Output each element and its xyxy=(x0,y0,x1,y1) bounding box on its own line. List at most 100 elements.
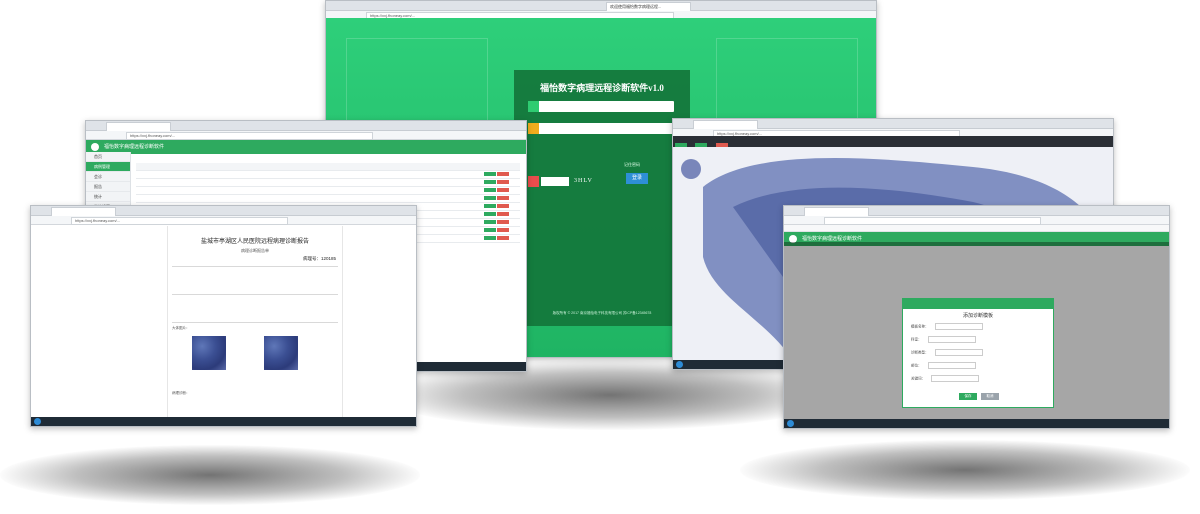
delete-button[interactable] xyxy=(497,228,509,233)
logo-icon xyxy=(91,143,99,151)
drop-shadow-left xyxy=(0,445,420,505)
captcha-icon xyxy=(528,176,539,187)
table-row[interactable] xyxy=(136,187,520,195)
sidebar-item-home[interactable]: 首页 xyxy=(86,152,130,162)
browser-chrome xyxy=(673,119,1113,129)
sidebar-item-cases[interactable]: 病例管理 xyxy=(86,162,130,172)
browser-tab[interactable] xyxy=(804,207,869,216)
address-bar: https://xxj.fhoneay.com/... xyxy=(31,216,416,225)
sidebar-item-consult[interactable]: 会诊 xyxy=(86,172,130,182)
username-field[interactable] xyxy=(528,101,674,112)
report-subtitle: 病理诊断报告单 xyxy=(241,248,269,253)
browser-chrome xyxy=(86,121,526,131)
field-template-name: 模板名称： xyxy=(911,323,983,330)
start-icon[interactable] xyxy=(787,420,794,427)
view-button[interactable] xyxy=(484,188,496,193)
view-button[interactable] xyxy=(484,172,496,177)
footer-text: 版权所有 © 2017 南京福怡电子科技有限公司 苏ICP备12345678 xyxy=(552,311,652,315)
taskbar xyxy=(31,417,416,426)
background-deco xyxy=(346,38,488,130)
template-dialog: 添加诊断模板 模板名称： 科室： 诊断类型： 部位： 关键词： 保存 取消 xyxy=(902,298,1054,408)
modal-overlay: 添加诊断模板 模板名称： 科室： 诊断类型： 部位： 关键词： 保存 取消 xyxy=(784,242,1169,419)
table-row[interactable] xyxy=(136,179,520,187)
field-type: 诊断类型： xyxy=(911,349,983,356)
template-modal-window: 福怡数字病理远程诊断软件 添加诊断模板 模板名称： 科室： 诊断类型： 部位： … xyxy=(783,205,1170,429)
save-button[interactable]: 保存 xyxy=(959,393,977,400)
viewer-toolbar xyxy=(673,136,1113,147)
field-site: 部位： xyxy=(911,362,976,369)
captcha-input[interactable] xyxy=(541,177,569,186)
sidebar-item-stats[interactable]: 统计 xyxy=(86,192,130,202)
remember-password-label[interactable]: 记住密码 xyxy=(624,162,640,168)
dialog-title: 添加诊断模板 xyxy=(962,313,993,319)
site-select[interactable] xyxy=(927,362,976,369)
start-icon[interactable] xyxy=(676,361,683,368)
lock-icon xyxy=(528,123,539,134)
login-panel: 福怡数字病理远程诊断软件v1.0 记住密码 3HLV 登录 版权所有 © 201… xyxy=(514,70,690,326)
url-input[interactable]: https://xxj.fhoneay.com/... xyxy=(71,217,288,225)
delete-button[interactable] xyxy=(497,172,509,177)
address-bar xyxy=(784,216,1169,225)
images-section-label: 大体图片： xyxy=(172,326,190,330)
login-title: 福怡数字病理远程诊断软件v1.0 xyxy=(540,83,664,93)
report-window: https://xxj.fhoneay.com/... 盐城市亭湖区人民医院远程… xyxy=(30,205,417,427)
url-input[interactable]: https://xxj.fhoneay.com/... xyxy=(126,132,373,140)
hospital-name: 盐城市亭湖区人民医院远程病理诊断报告 xyxy=(200,239,309,245)
template-name-input[interactable] xyxy=(934,323,983,330)
browser-tab[interactable] xyxy=(51,207,116,216)
view-button[interactable] xyxy=(484,204,496,209)
keyword-input[interactable] xyxy=(931,375,979,382)
password-field[interactable] xyxy=(528,123,674,134)
url-input[interactable] xyxy=(824,217,1041,225)
divider xyxy=(172,322,338,323)
login-button[interactable]: 登录 xyxy=(626,173,648,184)
view-button[interactable] xyxy=(484,228,496,233)
field-keyword: 关键词： xyxy=(911,375,979,382)
app-header: 福怡数字病理远程诊断软件 xyxy=(86,140,526,154)
start-icon[interactable] xyxy=(34,418,41,425)
specimen-image xyxy=(264,336,298,370)
delete-button[interactable] xyxy=(497,212,509,217)
browser-chrome xyxy=(784,206,1169,216)
field-dept: 科室： xyxy=(911,336,976,343)
delete-button[interactable] xyxy=(497,196,509,201)
browser-tab[interactable]: 欢迎使用福怡数字病理远程... xyxy=(606,2,691,11)
report-page: 盐城市亭湖区人民医院远程病理诊断报告 病理诊断报告单 病理号：120185 大体… xyxy=(167,226,343,417)
app-title: 福怡数字病理远程诊断软件 xyxy=(104,144,165,150)
specimen-image xyxy=(192,336,226,370)
delete-button[interactable] xyxy=(497,220,509,225)
sidebar-item-report[interactable]: 报告 xyxy=(86,182,130,192)
divider xyxy=(172,266,338,267)
delete-button[interactable] xyxy=(497,180,509,185)
browser-tab[interactable] xyxy=(693,120,758,129)
browser-tab[interactable] xyxy=(106,122,171,131)
table-row[interactable] xyxy=(136,171,520,179)
address-bar: https://xxj.fhoneay.com/... xyxy=(86,131,526,140)
report-number: 病理号：120185 xyxy=(302,256,336,261)
dialog-header xyxy=(903,299,1053,309)
dept-select[interactable] xyxy=(927,336,976,343)
browser-chrome: 欢迎使用福怡数字病理远程... xyxy=(326,1,876,11)
taskbar xyxy=(784,419,1169,428)
view-button[interactable] xyxy=(484,220,496,225)
divider xyxy=(172,294,338,295)
browser-chrome xyxy=(31,206,416,216)
captcha-row: 3HLV xyxy=(528,176,674,187)
cancel-button[interactable]: 取消 xyxy=(981,393,999,400)
delete-button[interactable] xyxy=(497,188,509,193)
captcha-code[interactable]: 3HLV xyxy=(574,176,593,187)
diagnosis-section-label: 病理诊断： xyxy=(172,391,190,395)
table-header xyxy=(136,163,520,171)
view-button[interactable] xyxy=(484,212,496,217)
delete-button[interactable] xyxy=(497,236,509,241)
delete-button[interactable] xyxy=(497,204,509,209)
table-row[interactable] xyxy=(136,195,520,203)
type-select[interactable] xyxy=(934,349,983,356)
bookmarks-bar xyxy=(784,225,1169,232)
drop-shadow-right xyxy=(740,440,1190,500)
background-deco xyxy=(716,38,858,130)
view-button[interactable] xyxy=(484,236,496,241)
view-button[interactable] xyxy=(484,196,496,201)
view-button[interactable] xyxy=(484,180,496,185)
user-icon xyxy=(528,101,539,112)
